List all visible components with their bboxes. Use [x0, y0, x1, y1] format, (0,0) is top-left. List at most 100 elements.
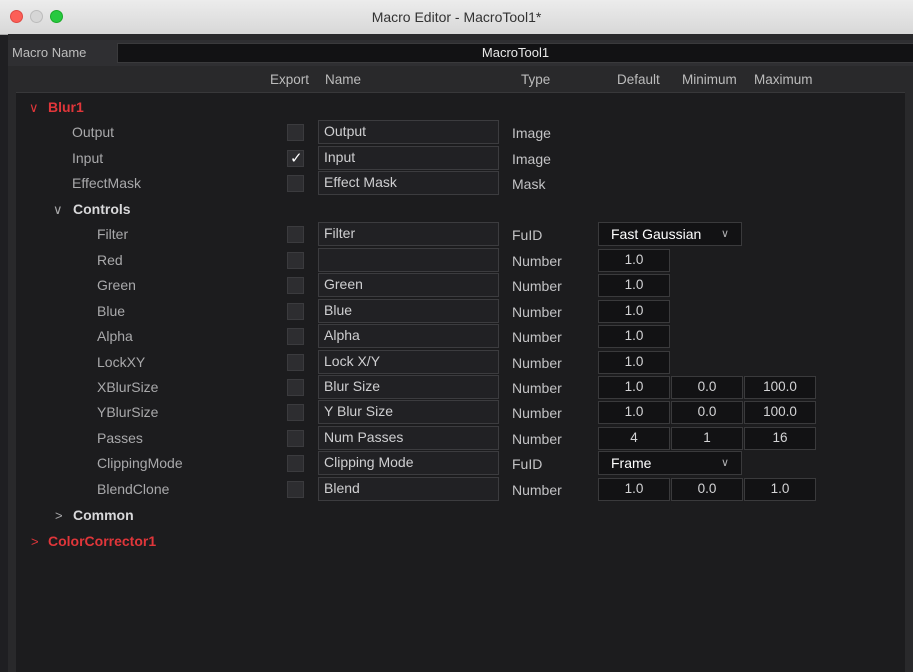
default-value-field[interactable]: 1.0 — [598, 351, 670, 374]
input-row-effectmask: EffectMask Effect Mask Mask — [0, 171, 913, 196]
input-name-field[interactable] — [318, 248, 499, 272]
macro-name-label: Macro Name — [12, 45, 87, 60]
column-header-default: Default — [617, 72, 660, 87]
export-checkbox[interactable] — [287, 328, 304, 345]
input-id-label: Input — [72, 150, 104, 166]
export-checkbox[interactable] — [287, 430, 304, 447]
export-checkbox[interactable] — [287, 252, 304, 269]
input-name-field[interactable]: Clipping Mode — [318, 451, 499, 475]
chevron-right-icon[interactable]: > — [31, 529, 39, 554]
input-id-label: ClippingMode — [97, 455, 183, 471]
dropdown-value: Frame — [611, 455, 652, 471]
input-name-field[interactable]: Y Blur Size — [318, 400, 499, 424]
input-row-red: Red Number 1.0 — [0, 248, 913, 273]
input-type: Number — [512, 355, 562, 371]
export-checkbox[interactable] — [287, 124, 304, 141]
chevron-down-icon[interactable]: ∨ — [29, 95, 39, 120]
default-value-field[interactable]: 1.0 — [598, 325, 670, 348]
export-checkbox[interactable] — [287, 226, 304, 243]
input-name-field[interactable]: Lock X/Y — [318, 350, 499, 374]
checkmark-icon: ✓ — [290, 150, 303, 167]
minimum-value-field[interactable]: 0.0 — [671, 376, 743, 399]
export-checkbox[interactable] — [287, 303, 304, 320]
export-checkbox[interactable] — [287, 175, 304, 192]
input-id-label: XBlurSize — [97, 379, 159, 395]
input-row-clippingmode: ClippingMode Clipping Mode FuID Frame ∨ — [0, 451, 913, 476]
tree-node-colorcorrector1[interactable]: > ColorCorrector1 — [0, 529, 913, 554]
macro-name-input[interactable]: MacroTool1 — [117, 43, 913, 63]
maximum-value-field[interactable]: 100.0 — [744, 376, 816, 399]
default-value-field[interactable]: 1.0 — [598, 376, 670, 399]
input-id-label: Alpha — [97, 328, 133, 344]
input-row-output: Output Output Image — [0, 120, 913, 145]
input-row-alpha: Alpha Alpha Number 1.0 — [0, 324, 913, 349]
input-id-label: Green — [97, 277, 136, 293]
input-name-field[interactable]: Filter — [318, 222, 499, 246]
maximum-value-field[interactable]: 16 — [744, 427, 816, 450]
maximum-value-field[interactable]: 100.0 — [744, 401, 816, 424]
default-value-field[interactable]: 4 — [598, 427, 670, 450]
minimum-value-field[interactable]: 0.0 — [671, 478, 743, 501]
minimum-value-field[interactable]: 1 — [671, 427, 743, 450]
input-type: Number — [512, 431, 562, 447]
filter-default-dropdown[interactable]: Fast Gaussian ∨ — [598, 222, 742, 246]
column-header-name: Name — [325, 72, 362, 87]
export-checkbox[interactable] — [287, 455, 304, 472]
input-name-field[interactable]: Num Passes — [318, 426, 499, 450]
chevron-down-icon: ∨ — [720, 457, 729, 469]
default-value-field[interactable]: 1.0 — [598, 249, 670, 272]
macro-name-bar: Macro Name MacroTool1 — [8, 40, 913, 66]
macro-editor-window: Macro Editor - MacroTool1* Macro Name Ma… — [0, 0, 913, 672]
tree-group-controls[interactable]: ∨ Controls — [0, 197, 913, 222]
input-name-field[interactable]: Output — [318, 120, 499, 144]
default-value-field[interactable]: 1.0 — [598, 478, 670, 501]
input-name-field[interactable]: Blur Size — [318, 375, 499, 399]
default-value-field[interactable]: 1.0 — [598, 300, 670, 323]
title-bar: Macro Editor - MacroTool1* — [0, 0, 913, 35]
input-type: Number — [512, 253, 562, 269]
chevron-down-icon[interactable]: ∨ — [53, 197, 63, 222]
input-name-field[interactable]: Input — [318, 146, 499, 170]
input-id-label: YBlurSize — [97, 404, 159, 420]
export-checkbox[interactable] — [287, 354, 304, 371]
maximum-value-field[interactable]: 1.0 — [744, 478, 816, 501]
export-checkbox[interactable] — [287, 481, 304, 498]
column-header-maximum: Maximum — [754, 72, 813, 87]
input-id-label: Passes — [97, 430, 143, 446]
export-checkbox[interactable] — [287, 379, 304, 396]
minimum-value-field[interactable]: 0.0 — [671, 401, 743, 424]
default-value-field[interactable]: 1.0 — [598, 401, 670, 424]
default-value-field[interactable]: 1.0 — [598, 274, 670, 297]
input-id-label: Blue — [97, 303, 126, 319]
input-row-filter: Filter Filter FuID Fast Gaussian ∨ — [0, 222, 913, 247]
export-checkbox[interactable] — [287, 404, 304, 421]
input-id-label: Filter — [97, 226, 129, 242]
input-type: Number — [512, 482, 562, 498]
chevron-down-icon: ∨ — [720, 228, 729, 240]
input-type: Number — [512, 405, 562, 421]
input-id-label: Red — [97, 252, 123, 268]
input-name-field[interactable]: Blend — [318, 477, 499, 501]
input-name-field[interactable]: Green — [318, 273, 499, 297]
window-title: Macro Editor - MacroTool1* — [371, 9, 542, 25]
group-label: Controls — [73, 201, 131, 217]
input-type: Mask — [512, 176, 546, 192]
input-name-field[interactable]: Blue — [318, 299, 499, 323]
input-type: Image — [512, 125, 551, 141]
input-id-label: Output — [72, 124, 115, 140]
tree-node-blur1[interactable]: ∨ Blur1 — [0, 95, 913, 120]
input-id-label: LockXY — [97, 354, 146, 370]
input-name-field[interactable]: Alpha — [318, 324, 499, 348]
chevron-right-icon[interactable]: > — [55, 503, 63, 528]
column-header-type: Type — [521, 72, 551, 87]
group-label: Common — [73, 507, 134, 523]
tree-group-common[interactable]: > Common — [0, 503, 913, 528]
input-type: Number — [512, 380, 562, 396]
input-name-field[interactable]: Effect Mask — [318, 171, 499, 195]
dropdown-value: Fast Gaussian — [611, 226, 702, 242]
clipping-mode-default-dropdown[interactable]: Frame ∨ — [598, 451, 742, 475]
input-row-yblursize: YBlurSize Y Blur Size Number 1.0 0.0 100… — [0, 400, 913, 425]
column-header-export: Export — [270, 72, 310, 87]
export-checkbox[interactable] — [287, 277, 304, 294]
export-checkbox[interactable]: ✓ — [287, 150, 304, 167]
